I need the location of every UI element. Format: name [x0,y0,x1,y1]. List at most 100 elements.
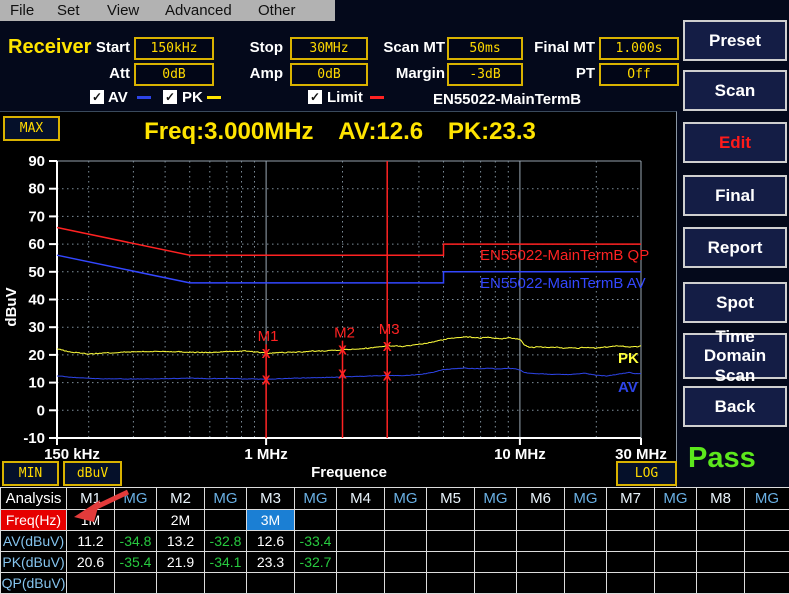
cell-pk-dbuv--6 [337,552,385,573]
cell-freq-hz--9[interactable] [475,510,517,531]
trace-color-swatch-pk [207,96,221,99]
trace-color-swatch-av [137,96,151,99]
y-tick-label: -10 [23,430,45,447]
cell-freq-hz--8[interactable] [427,510,475,531]
max-button[interactable]: MAX [3,116,60,141]
spectrum-chart-panel: -100102030405060708090dBuV150 kHz1 MHz10… [0,111,677,487]
y-tick-label: 80 [28,181,45,198]
cell-freq-hz--2[interactable]: 2M [157,510,205,531]
spectrum-plot[interactable]: -100102030405060708090dBuV150 kHz1 MHz10… [0,112,677,488]
unit-dbuv-button[interactable]: dBuV [63,461,122,486]
row-label-av-dbuv-: AV(dBuV) [1,531,67,552]
button-back[interactable]: Back [683,386,787,427]
col-header-mg-8: MG [385,488,427,510]
cell-av-dbuv--1: -34.8 [115,531,157,552]
cell-qp-dbuv--9 [475,573,517,594]
cell-freq-hz--15[interactable] [745,510,789,531]
readout-freq: Freq:3.000MHz [144,118,313,145]
cell-qp-dbuv--2 [157,573,205,594]
cell-qp-dbuv--14 [697,573,745,594]
cell-av-dbuv--11 [565,531,607,552]
cell-freq-hz--10[interactable] [517,510,565,531]
cell-qp-dbuv--0 [67,573,115,594]
y-tick-label: 10 [28,375,45,392]
cell-qp-dbuv--12 [607,573,655,594]
limit-line-label: EN55022-MainTermB AV [480,275,646,292]
cell-pk-dbuv--13 [655,552,697,573]
trace-label-pk: PK [618,350,639,367]
cell-pk-dbuv--7 [385,552,427,573]
cell-av-dbuv--12 [607,531,655,552]
cell-freq-hz--11[interactable] [565,510,607,531]
checkbox-pk[interactable]: ✓ [163,90,177,104]
button-preset[interactable]: Preset [683,20,787,61]
marker-label-m2: M2 [334,325,355,342]
trace-color-swatch-limit [370,96,384,99]
log-scale-button[interactable]: LOG [616,461,677,486]
button-spot[interactable]: Spot [683,282,787,323]
marker-x-m2: X [338,367,347,382]
cell-av-dbuv--3: -32.8 [205,531,247,552]
button-report[interactable]: Report [683,227,787,268]
cell-freq-hz--14[interactable] [697,510,745,531]
cell-freq-hz--7[interactable] [385,510,427,531]
cell-pk-dbuv--9 [475,552,517,573]
cell-freq-hz--4[interactable]: 3M [247,510,295,531]
field-label-stop: Stop [188,39,283,56]
min-button[interactable]: MIN [2,461,59,486]
y-tick-label: 60 [28,236,45,253]
y-tick-label: 70 [28,208,45,225]
button-edit[interactable]: Edit [683,122,787,163]
checkbox-av[interactable]: ✓ [90,90,104,104]
marker-label-m3: M3 [379,321,400,338]
cell-av-dbuv--5: -33.4 [295,531,337,552]
col-header-mg-14: MG [655,488,697,510]
button-scan[interactable]: Scan [683,70,787,111]
col-header-m5-9: M5 [427,488,475,510]
col-header-m6-11: M6 [517,488,565,510]
cell-qp-dbuv--5 [295,573,337,594]
checkbox-label-limit: Limit [327,89,363,106]
cell-freq-hz--5[interactable] [295,510,337,531]
cell-freq-hz--3[interactable] [205,510,247,531]
col-header-m3-5: M3 [247,488,295,510]
cell-pk-dbuv--4: 23.3 [247,552,295,573]
field-pt[interactable]: Off [599,63,679,86]
menu-item-file[interactable]: File [10,0,34,21]
cell-av-dbuv--4: 12.6 [247,531,295,552]
menu-item-advanced[interactable]: Advanced [165,0,232,21]
field-label-start: Start [35,39,130,56]
cell-qp-dbuv--10 [517,573,565,594]
cell-qp-dbuv--13 [655,573,697,594]
col-header-m2-3: M2 [157,488,205,510]
button-final[interactable]: Final [683,175,787,216]
cell-av-dbuv--14 [697,531,745,552]
field-label-final-mt: Final MT [500,39,595,56]
cell-pk-dbuv--8 [427,552,475,573]
menu-item-view[interactable]: View [107,0,139,21]
cell-pk-dbuv--12 [607,552,655,573]
cell-freq-hz--12[interactable] [607,510,655,531]
menu-item-set[interactable]: Set [57,0,80,21]
cell-qp-dbuv--15 [745,573,789,594]
field-label-amp: Amp [188,65,283,82]
trace-av [57,368,641,380]
cell-av-dbuv--0: 11.2 [67,531,115,552]
checkbox-limit[interactable]: ✓ [308,90,322,104]
field-label-margin: Margin [350,65,445,82]
menu-item-other[interactable]: Other [258,0,296,21]
y-tick-label: 30 [28,319,45,336]
pass-status: Pass [688,442,756,475]
col-header-m7-13: M7 [607,488,655,510]
cell-pk-dbuv--0: 20.6 [67,552,115,573]
checkbox-label-pk: PK [182,89,203,106]
cell-freq-hz--6[interactable] [337,510,385,531]
trace-label-av: AV [618,379,638,396]
col-header-mg-4: MG [205,488,247,510]
cell-freq-hz--13[interactable] [655,510,697,531]
col-header-mg-12: MG [565,488,607,510]
cell-pk-dbuv--2: 21.9 [157,552,205,573]
field-final-mt[interactable]: 1.000s [599,37,679,60]
button-time-domain-scan[interactable]: Time Domain Scan [683,333,787,379]
x-axis-label: Frequence [311,464,387,481]
